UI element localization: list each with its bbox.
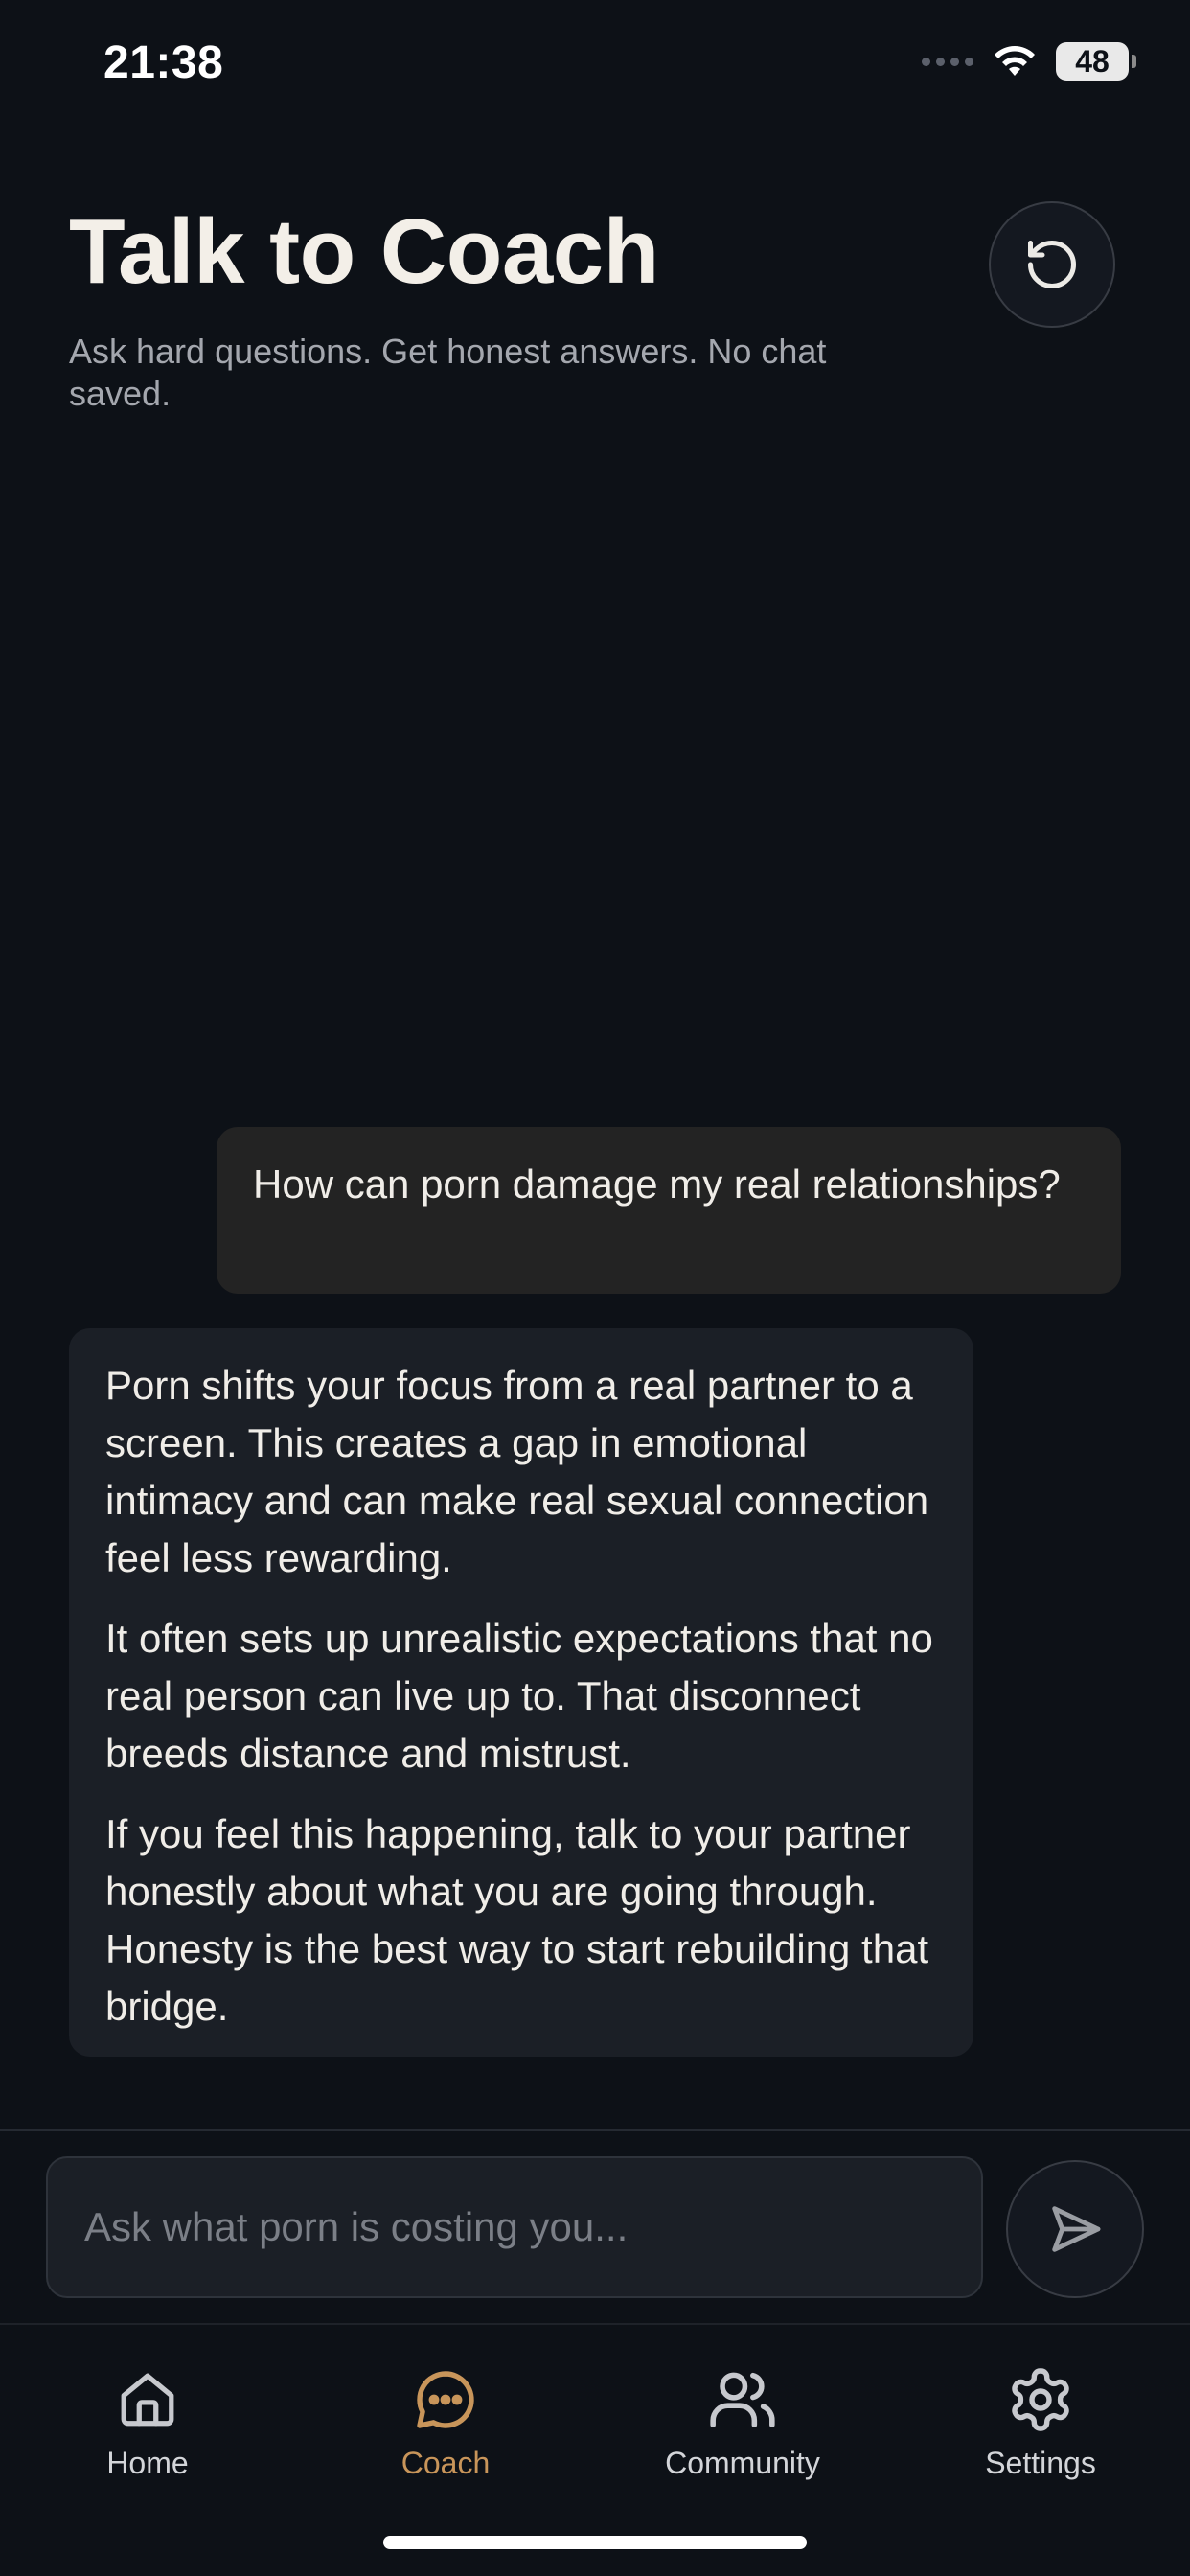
composer-divider — [0, 2129, 1190, 2131]
user-message-bubble: How can porn damage my real relationship… — [217, 1127, 1121, 1294]
reset-chat-button[interactable] — [989, 201, 1115, 328]
message-input[interactable] — [46, 2156, 983, 2298]
tab-home[interactable]: Home — [42, 2363, 253, 2497]
coach-paragraph: It often sets up unrealistic expectation… — [105, 1616, 933, 1776]
users-icon — [710, 2372, 775, 2427]
home-indicator — [383, 2536, 807, 2549]
send-icon — [1052, 2206, 1101, 2252]
gear-icon — [1012, 2368, 1069, 2431]
coach-message-bubble: Porn shifts your focus from a real partn… — [69, 1328, 973, 2057]
refresh-icon — [1028, 241, 1076, 288]
tab-label: Coach — [400, 2446, 491, 2480]
signal-dots-icon — [922, 57, 973, 66]
chat-bubble-icon — [417, 2371, 474, 2428]
battery-icon: 48 — [1056, 42, 1136, 80]
tab-settings[interactable]: Settings — [935, 2363, 1146, 2497]
tab-label: Settings — [985, 2446, 1096, 2480]
wifi-icon — [995, 46, 1035, 76]
coach-screen: 21:38 48 Talk to Coach Ask hard question… — [0, 0, 1190, 2576]
tab-label: Community — [665, 2446, 820, 2480]
coach-paragraph: Porn shifts your focus from a real partn… — [105, 1363, 929, 1580]
coach-paragraph: If you feel this happening, talk to your… — [105, 1811, 929, 2029]
page-title: Talk to Coach — [69, 200, 659, 303]
send-button[interactable] — [1006, 2160, 1144, 2298]
tab-label: Home — [106, 2446, 189, 2480]
home-icon — [121, 2373, 174, 2426]
tab-community[interactable]: Community — [637, 2363, 848, 2497]
page-subtitle: Ask hard questions. Get honest answers. … — [69, 332, 827, 413]
status-indicators: 48 — [922, 42, 1136, 80]
tab-coach[interactable]: Coach — [340, 2363, 551, 2497]
status-time: 21:38 — [103, 37, 224, 88]
